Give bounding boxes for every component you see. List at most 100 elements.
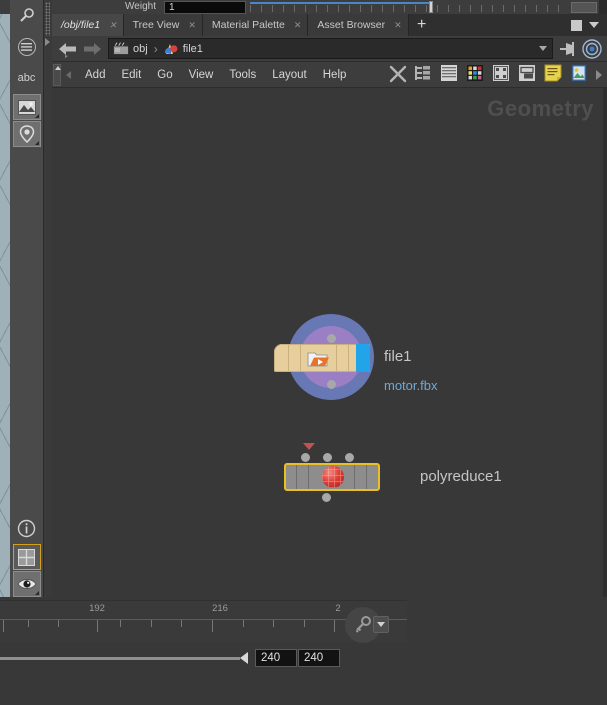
weight-parameter-field[interactable]: 1	[164, 1, 246, 14]
locator-tool[interactable]	[13, 121, 41, 147]
tab-close-icon[interactable]: ✕	[294, 21, 302, 30]
node-file1[interactable]: file1 motor.fbx	[274, 314, 414, 404]
target-button[interactable]	[581, 38, 603, 60]
node-file-label: motor.fbx	[384, 378, 437, 393]
menu-add[interactable]: Add	[77, 63, 113, 87]
grid-dots-button[interactable]	[492, 64, 514, 86]
current-frame-field[interactable]: 240	[255, 649, 297, 667]
menubar-grip-icon[interactable]	[53, 64, 61, 86]
tab-obj-file1[interactable]: /obj/file1 ✕	[52, 14, 124, 36]
menu-go[interactable]: Go	[149, 63, 180, 87]
menubar-scroll-left-icon[interactable]	[66, 71, 71, 79]
node-output-connector[interactable]	[322, 493, 331, 502]
tab-asset-browser[interactable]: Asset Browser ✕	[308, 14, 408, 36]
tree-hierarchy-button[interactable]	[414, 64, 436, 86]
pin-button[interactable]	[557, 38, 579, 60]
forward-arrow-icon	[80, 37, 104, 61]
menu-layout[interactable]: Layout	[264, 63, 315, 87]
network-vertical-scrollbar[interactable]	[603, 88, 607, 597]
node-stripe	[288, 344, 289, 372]
menu-edit[interactable]: Edit	[113, 63, 149, 87]
rail-expand-icon[interactable]	[45, 38, 50, 46]
menu-view[interactable]: View	[181, 63, 222, 87]
tab-label: /obj/file1	[61, 19, 100, 31]
node-stripe	[300, 344, 301, 372]
timeline-tick-label: 216	[212, 603, 228, 614]
tool-flyout-indicator[interactable]	[35, 114, 39, 118]
tab-close-icon[interactable]: ✕	[394, 21, 402, 30]
node-output-connector[interactable]	[327, 380, 336, 389]
magnifier-icon	[18, 7, 36, 25]
node-polyreduce1[interactable]: polyreduce1	[272, 443, 432, 503]
info-tool[interactable]	[12, 513, 42, 543]
weight-parameter-slider[interactable]	[250, 1, 569, 14]
parameter-strip: Weight 1	[0, 0, 607, 14]
path-segment-file1[interactable]: file1	[183, 43, 203, 55]
timeline-range-line	[0, 657, 240, 660]
panel-drag-rail[interactable]	[44, 0, 52, 597]
image-preview-button[interactable]	[570, 64, 592, 86]
info-circle-icon	[17, 519, 36, 538]
color-palette-icon	[466, 64, 484, 82]
slider-handle[interactable]	[429, 1, 433, 13]
timeline-tick-label: 192	[89, 603, 105, 614]
visibility-tool[interactable]	[13, 571, 41, 597]
chevron-down-icon[interactable]	[589, 22, 599, 28]
four-pane-grid-icon	[18, 549, 35, 566]
list-lines-button[interactable]	[440, 64, 462, 86]
tab-material-palette[interactable]: Material Palette ✕	[203, 14, 309, 36]
visibility-flyout-indicator[interactable]	[35, 591, 39, 595]
node-input-connector[interactable]	[327, 334, 336, 343]
color-palette-button[interactable]	[466, 64, 488, 86]
node-input-connector[interactable]	[345, 453, 354, 462]
notes-button[interactable]	[544, 64, 566, 86]
node-body[interactable]	[284, 463, 380, 491]
tree-hierarchy-icon	[414, 64, 432, 82]
timeline-playhead[interactable]	[240, 652, 248, 664]
magnifier-tool[interactable]	[12, 1, 42, 31]
maximize-square-icon[interactable]	[571, 20, 582, 31]
back-button[interactable]	[56, 37, 80, 61]
text-tool[interactable]: abc	[12, 63, 42, 93]
timeline-playbar[interactable]: 240 240	[0, 647, 407, 669]
parameter-extra-button[interactable]	[571, 2, 597, 13]
back-arrow-icon	[56, 37, 80, 61]
menu-help[interactable]: Help	[315, 63, 355, 87]
menubar-overflow-chevron-right-icon[interactable]	[596, 70, 602, 80]
node-body[interactable]	[274, 344, 370, 372]
notes-yellow-icon	[544, 64, 562, 82]
forward-button[interactable]	[80, 37, 104, 61]
tools-wrench-button[interactable]	[388, 64, 410, 86]
menu-tools[interactable]: Tools	[221, 63, 264, 87]
end-frame-field[interactable]: 240	[298, 649, 340, 667]
node-stripe	[308, 465, 309, 489]
node-error-flag-icon	[303, 443, 315, 450]
list-tool[interactable]	[12, 32, 42, 62]
tools-wrench-icon	[388, 64, 408, 84]
rail-grip-icon	[45, 2, 50, 36]
pin-icon	[557, 38, 579, 60]
node-name-label: file1	[384, 348, 412, 365]
grid-tool[interactable]	[13, 544, 41, 570]
add-tab-button[interactable]: +	[409, 14, 435, 36]
network-canvas[interactable]: Geometry	[52, 88, 607, 597]
file-import-icon	[307, 349, 327, 367]
snapshot-button[interactable]	[518, 64, 540, 86]
tab-close-icon[interactable]: ✕	[109, 21, 117, 30]
path-segment-obj[interactable]: obj	[133, 43, 148, 55]
snapshot-icon	[518, 64, 536, 82]
slider-ticks	[250, 5, 569, 12]
path-dropdown-chevron-down-icon[interactable]	[539, 46, 547, 51]
node-display-flag[interactable]	[356, 344, 370, 372]
set-key-dropdown-button[interactable]	[373, 616, 389, 633]
sphere-wireframe	[322, 466, 344, 488]
geometry-node-icon	[164, 42, 178, 56]
tab-close-icon[interactable]: ✕	[188, 21, 196, 30]
locator-flyout-indicator[interactable]	[35, 141, 39, 145]
node-path-field[interactable]: obj › file1	[108, 38, 553, 59]
image-tool[interactable]	[13, 94, 41, 120]
tab-tree-view[interactable]: Tree View ✕	[124, 14, 203, 36]
weight-parameter-label: Weight	[100, 1, 160, 13]
node-input-connector[interactable]	[301, 453, 310, 462]
node-input-connector[interactable]	[323, 453, 332, 462]
